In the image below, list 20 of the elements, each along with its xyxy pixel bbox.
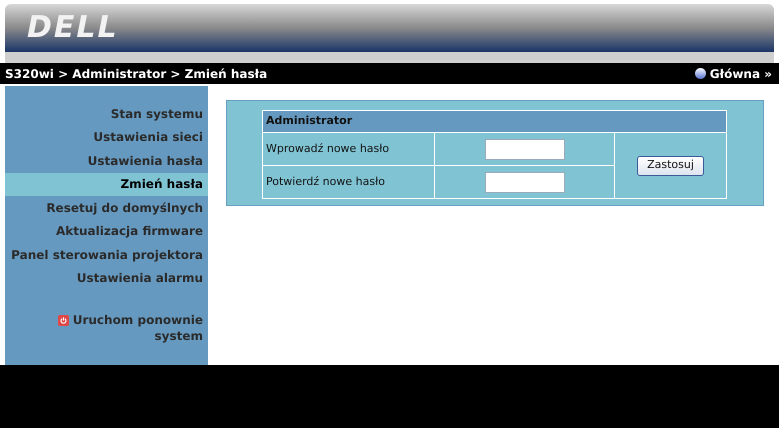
nav-item[interactable]: Ustawienia hasła (5, 149, 208, 172)
password-field[interactable] (484, 138, 564, 160)
restart-link[interactable]: Uruchom ponownie system (5, 312, 208, 344)
nav-item[interactable]: Aktualizacja firmware (5, 220, 208, 243)
breadcrumb: S320wi > Administrator > Zmień hasła (5, 66, 268, 82)
home-link[interactable]: Główna » (694, 64, 774, 82)
field-label: Wprowadź nowe hasło (266, 142, 390, 155)
globe-icon (694, 68, 706, 79)
nav-item[interactable]: Panel sterowania projektora (5, 243, 208, 266)
nav-item[interactable]: Resetuj do domyślnych (5, 196, 208, 220)
logo: DELL (27, 13, 119, 43)
password-field[interactable] (484, 172, 564, 192)
table-header: Administrator (262, 110, 726, 132)
nav-item[interactable]: Zmień hasła (5, 172, 208, 196)
field-label: Potwierdź nowe hasło (266, 174, 385, 188)
nav-item[interactable]: Ustawienia sieci (5, 126, 208, 149)
nav-item[interactable]: Ustawienia alarmu (5, 266, 208, 290)
apply-button[interactable]: Zastosuj (637, 156, 704, 176)
nav-item[interactable]: Stan systemu (5, 102, 208, 126)
power-icon (58, 314, 69, 326)
